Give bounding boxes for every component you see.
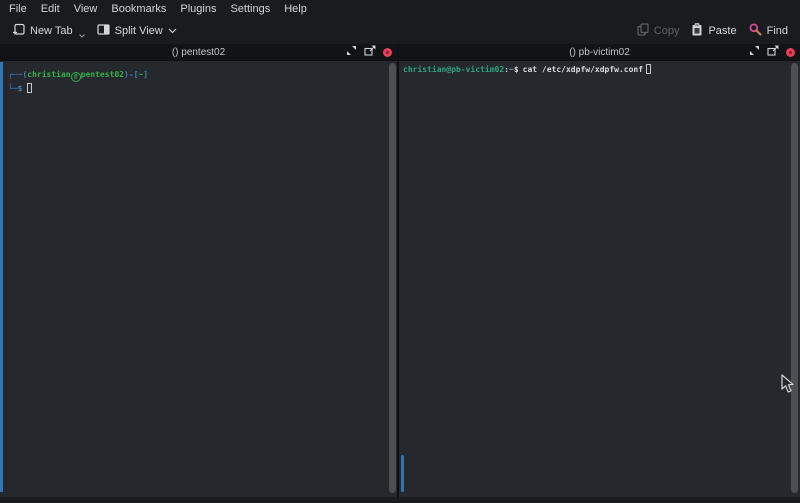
right-scrollbar[interactable] (791, 63, 798, 493)
left-scrollbar-handle[interactable] (389, 63, 396, 493)
text-cursor (27, 83, 32, 93)
new-tab-dropdown-chevron (79, 29, 85, 41)
right-terminal[interactable]: christian@pb-victim02:~$cat /etc/xdpfw/x… (399, 61, 800, 497)
paste-label: Paste (708, 25, 736, 37)
prompt-frame-top: ┌──( (8, 70, 27, 79)
terminal-command-line: christian@pb-victim02:~$cat /etc/xdpfw/x… (403, 64, 800, 76)
mouse-cursor (781, 374, 795, 399)
prompt-symbol: $ (514, 65, 519, 74)
konsole-window: { "menu": { "items": ["File", "Edit", "V… (0, 0, 800, 503)
maximize-view-icon[interactable] (749, 43, 760, 61)
copy-icon (637, 23, 649, 39)
close-session-button[interactable] (383, 48, 392, 57)
split-view-label: Split View (115, 25, 163, 37)
menubar: File Edit View Bookmarks Plugins Setting… (0, 0, 800, 18)
detach-tab-icon[interactable] (767, 43, 779, 61)
new-tab-icon (12, 23, 25, 39)
menu-bookmarks[interactable]: Bookmarks (104, 3, 173, 15)
find-button[interactable]: Find (743, 20, 794, 42)
left-pane-title: () pentest02 (0, 47, 397, 58)
left-terminal[interactable]: ┌──(christian㉿pentest02)-[~] └─$ (0, 61, 397, 497)
text-cursor (646, 64, 651, 74)
menu-edit[interactable]: Edit (34, 3, 67, 15)
split-view-icon (97, 24, 110, 38)
right-pane-highlight-bar (401, 455, 404, 492)
prompt-user-host: christian@pb-victim02 (403, 65, 504, 74)
pane-pb-victim02: () pb-victim02 c (399, 44, 800, 497)
toolbar: New Tab Split View Copy (0, 18, 800, 44)
menu-settings[interactable]: Settings (223, 3, 277, 15)
left-pane-highlight-bar (0, 62, 3, 492)
left-pane-titlebar[interactable]: () pentest02 (0, 44, 397, 61)
right-scrollbar-handle[interactable] (791, 63, 798, 493)
close-session-button[interactable] (786, 48, 795, 57)
copy-button[interactable]: Copy (631, 20, 686, 42)
menu-plugins[interactable]: Plugins (173, 3, 223, 15)
right-pane-titlebar[interactable]: () pb-victim02 (399, 44, 800, 61)
split-view-chevron-icon (168, 25, 177, 37)
right-pane-controls (749, 43, 800, 61)
detach-tab-icon[interactable] (364, 43, 376, 61)
pane-pentest02: () pentest02 (0, 44, 397, 497)
right-pane-title: () pb-victim02 (399, 47, 800, 58)
prompt-host: pentest02 (81, 70, 124, 79)
prompt-frame-mid: )-[ (124, 70, 138, 79)
find-icon (749, 23, 762, 39)
prompt-frame-bottom: └─$ (8, 84, 22, 93)
prompt-user: christian (27, 70, 70, 79)
paste-icon (691, 23, 703, 39)
new-tab-label: New Tab (30, 25, 73, 37)
menu-view[interactable]: View (67, 3, 105, 15)
split-view-container: () pentest02 (0, 44, 800, 497)
menu-help[interactable]: Help (277, 3, 314, 15)
left-pane-controls (346, 43, 397, 61)
split-view-button[interactable]: Split View (91, 21, 183, 41)
maximize-view-icon[interactable] (346, 43, 357, 61)
menu-file[interactable]: File (2, 3, 34, 15)
typed-command: cat /etc/xdpfw/xdpfw.conf (523, 65, 643, 74)
copy-label: Copy (654, 25, 680, 37)
paste-button[interactable]: Paste (685, 20, 742, 42)
terminal-prompt-line: ┌──(christian㉿pentest02)-[~] (8, 69, 397, 83)
prompt-frame-end: ] (143, 70, 148, 79)
left-scrollbar[interactable] (389, 63, 396, 493)
new-tab-button[interactable]: New Tab (6, 20, 91, 42)
find-label: Find (767, 25, 788, 37)
window-bottom-edge (0, 497, 800, 503)
terminal-input-line: └─$ (8, 83, 397, 95)
